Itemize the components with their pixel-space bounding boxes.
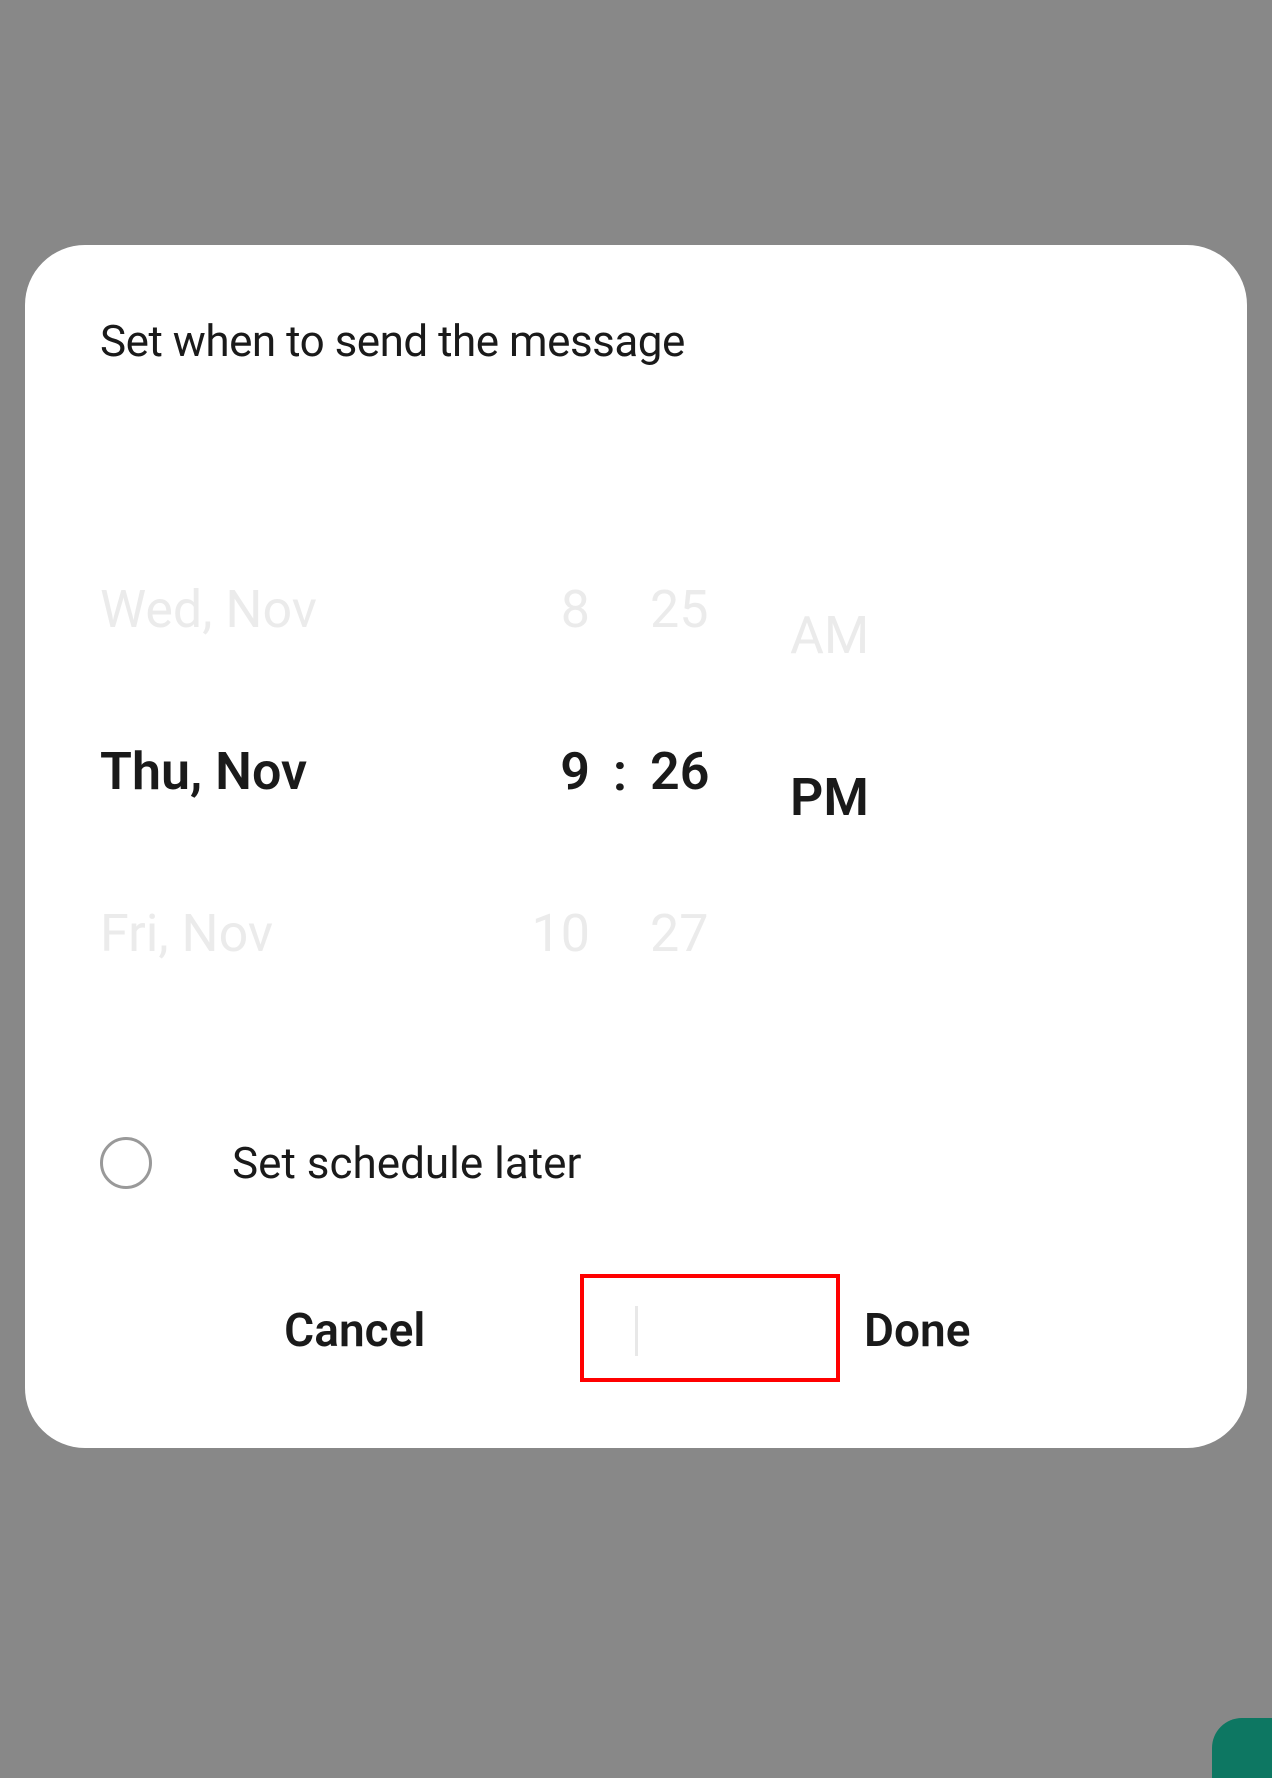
date-next[interactable]: Fri, Nov	[100, 853, 273, 1015]
schedule-message-modal: Set when to send the message Wed, Nov Th…	[25, 245, 1247, 1448]
date-picker-column[interactable]: Wed, Nov Thu, Nov Fri, Nov	[100, 497, 500, 1047]
time-separator: :	[590, 742, 650, 803]
minute-next[interactable]: 27	[650, 853, 708, 1015]
schedule-later-option[interactable]: Set schedule later	[25, 1137, 1247, 1189]
hour-picker-column[interactable]: 8 9 10	[500, 497, 590, 1047]
minute-current[interactable]: 26	[650, 691, 709, 853]
modal-buttons: Cancel Done	[25, 1274, 1247, 1388]
schedule-later-label: Set schedule later	[232, 1137, 581, 1189]
cancel-button[interactable]: Cancel	[75, 1274, 635, 1388]
minute-picker-column[interactable]: 25 26 27	[650, 497, 750, 1047]
date-current[interactable]: Thu, Nov	[100, 691, 307, 853]
fab-partial	[1212, 1718, 1272, 1778]
hour-prev[interactable]: 8	[561, 529, 590, 691]
done-button[interactable]: Done	[638, 1274, 1198, 1388]
ampm-prev[interactable]: AM	[790, 555, 869, 717]
minute-prev[interactable]: 25	[650, 529, 708, 691]
ampm-current[interactable]: PM	[790, 717, 869, 879]
datetime-picker: Wed, Nov Thu, Nov Fri, Nov 8 9 10 : 25 2…	[25, 497, 1247, 1047]
ampm-picker-column[interactable]: AM PM	[790, 497, 910, 1047]
radio-unchecked-icon[interactable]	[100, 1137, 152, 1189]
hour-current[interactable]: 9	[560, 691, 590, 853]
hour-next[interactable]: 10	[532, 853, 590, 1015]
modal-title: Set when to send the message	[25, 315, 1247, 367]
date-prev[interactable]: Wed, Nov	[100, 529, 317, 691]
